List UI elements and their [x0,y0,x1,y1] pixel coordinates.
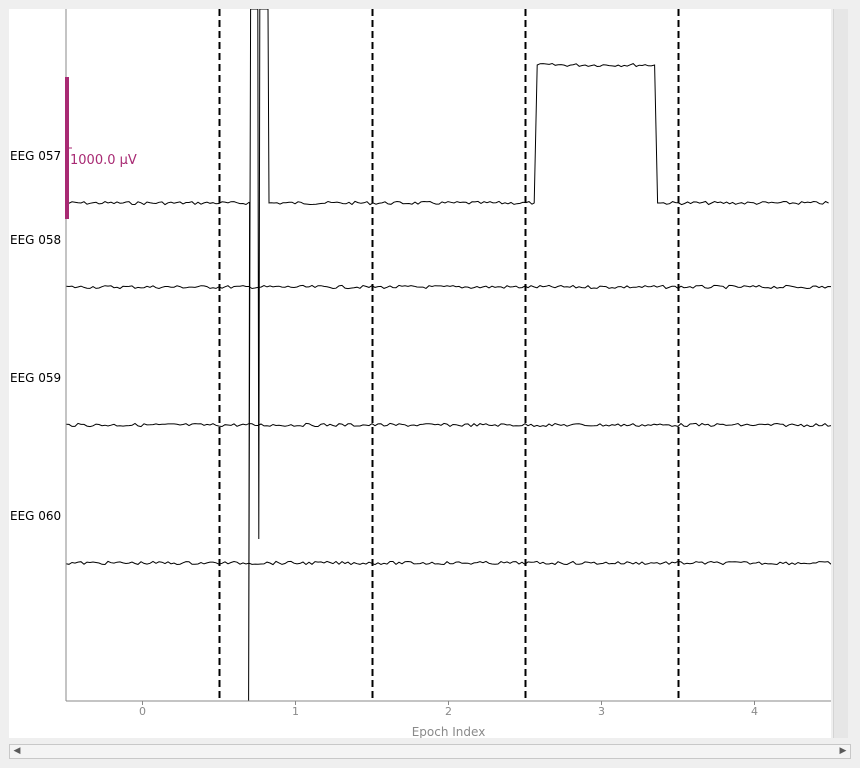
trace-eeg-059 [65,422,832,428]
horizontal-scrollbar[interactable]: ◀ ▶ [9,744,851,759]
trace-eeg-058 [65,284,832,290]
scale-bar-layer: 1000.0 µV [65,77,137,219]
x-tick-label: 2 [445,705,452,718]
channel-labels-layer: EEG 057 EEG 058 EEG 059 EEG 060 [10,149,61,523]
channel-label: EEG 058 [10,233,61,247]
scroll-right-arrow-icon[interactable]: ▶ [836,745,850,758]
channel-label: EEG 060 [10,509,61,523]
traces-layer [65,8,832,702]
channel-label: EEG 057 [10,149,61,163]
x-tick-label: 4 [751,705,758,718]
x-tick-label: 0 [139,705,146,718]
plot-area[interactable]: EEG 057 EEG 058 EEG 059 EEG 060 0 1 2 3 4 1000.… [9,8,832,739]
axes-layer [65,9,831,702]
epoch-boundaries-layer [218,9,680,701]
channel-label: EEG 059 [10,371,61,385]
vertical-scrollbar[interactable] [833,9,848,738]
scale-bar-label: 1000.0 µV [70,153,137,168]
trace-eeg-060 [65,560,832,566]
eeg-epochs-chart[interactable]: EEG 057 EEG 058 EEG 059 EEG 060 0 1 2 3 4 1000.… [9,8,832,739]
horizontal-scroll-track[interactable] [26,747,834,756]
x-ticks-layer: 0 1 2 3 4 [139,701,758,718]
scroll-left-arrow-icon[interactable]: ◀ [10,745,24,758]
x-axis-title: Epoch Index [412,725,486,738]
trace-eeg-057 [65,8,829,702]
x-tick-label: 3 [598,705,605,718]
x-tick-label: 1 [292,705,299,718]
